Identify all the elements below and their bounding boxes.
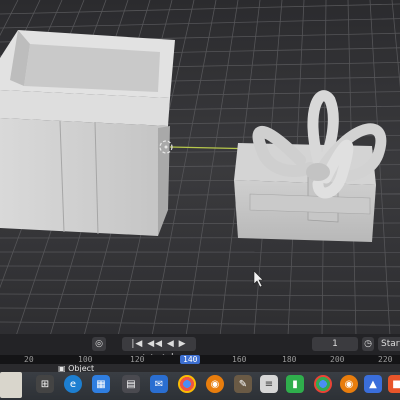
mail-icon[interactable]: ✉ bbox=[150, 375, 168, 393]
store-icon[interactable]: ▤ bbox=[122, 375, 140, 393]
taskview-icon[interactable]: ⊞ bbox=[36, 375, 54, 393]
chrome-icon[interactable] bbox=[178, 375, 196, 393]
box-front-lower bbox=[0, 118, 168, 236]
ruler-tick: 160 bbox=[232, 355, 247, 364]
blender-icon-2[interactable]: ◉ bbox=[340, 375, 358, 393]
timeline-bar: ◎ |◀ ◀◀ ◀ ▶ ▶▶ ▶| 1 ◷ Start bbox=[0, 334, 400, 363]
start-widget-icon[interactable] bbox=[0, 372, 22, 398]
blender-icon[interactable]: ◉ bbox=[206, 375, 224, 393]
chrome-icon-2[interactable] bbox=[314, 375, 332, 393]
edge-icon[interactable]: e bbox=[64, 375, 82, 393]
ruler-tick: 100 bbox=[78, 355, 93, 364]
current-frame-field[interactable]: 1 bbox=[312, 337, 358, 351]
ruler-tick-active: 140 bbox=[180, 355, 201, 364]
paint-icon[interactable]: ▲ bbox=[364, 375, 382, 393]
3d-viewport[interactable] bbox=[0, 0, 400, 336]
bow-knot bbox=[306, 163, 330, 181]
orange-app-icon[interactable]: ■ bbox=[388, 375, 400, 393]
notes-icon[interactable]: ≡ bbox=[260, 375, 278, 393]
photos-icon[interactable]: ▦ bbox=[92, 375, 110, 393]
box-object[interactable] bbox=[0, 30, 175, 236]
ruler-tick: 120 bbox=[130, 355, 145, 364]
start-frame-field[interactable]: Start bbox=[378, 337, 400, 351]
screen: ◎ |◀ ◀◀ ◀ ▶ ▶▶ ▶| 1 ◷ Start 20 100 120 1… bbox=[0, 0, 400, 400]
windows-taskbar: ⊞ e ▦ ▤ ✉ ◉ ✎ ≡ ▮ ◉ ▲ ■ bbox=[0, 372, 400, 400]
app-green-icon[interactable]: ▮ bbox=[286, 375, 304, 393]
ruler-tick: 200 bbox=[330, 355, 345, 364]
clock-icon[interactable]: ◷ bbox=[362, 337, 374, 351]
ruler-tick: 20 bbox=[24, 355, 34, 364]
timeline-keyframe-dropdown[interactable]: ◎ bbox=[92, 337, 106, 351]
box-inner-back bbox=[24, 44, 160, 92]
playback-controls[interactable]: |◀ ◀◀ ◀ ▶ ▶▶ ▶| bbox=[122, 337, 196, 363]
gimp-icon[interactable]: ✎ bbox=[234, 375, 252, 393]
ruler-tick: 180 bbox=[282, 355, 297, 364]
ruler-tick: 220 bbox=[378, 355, 393, 364]
